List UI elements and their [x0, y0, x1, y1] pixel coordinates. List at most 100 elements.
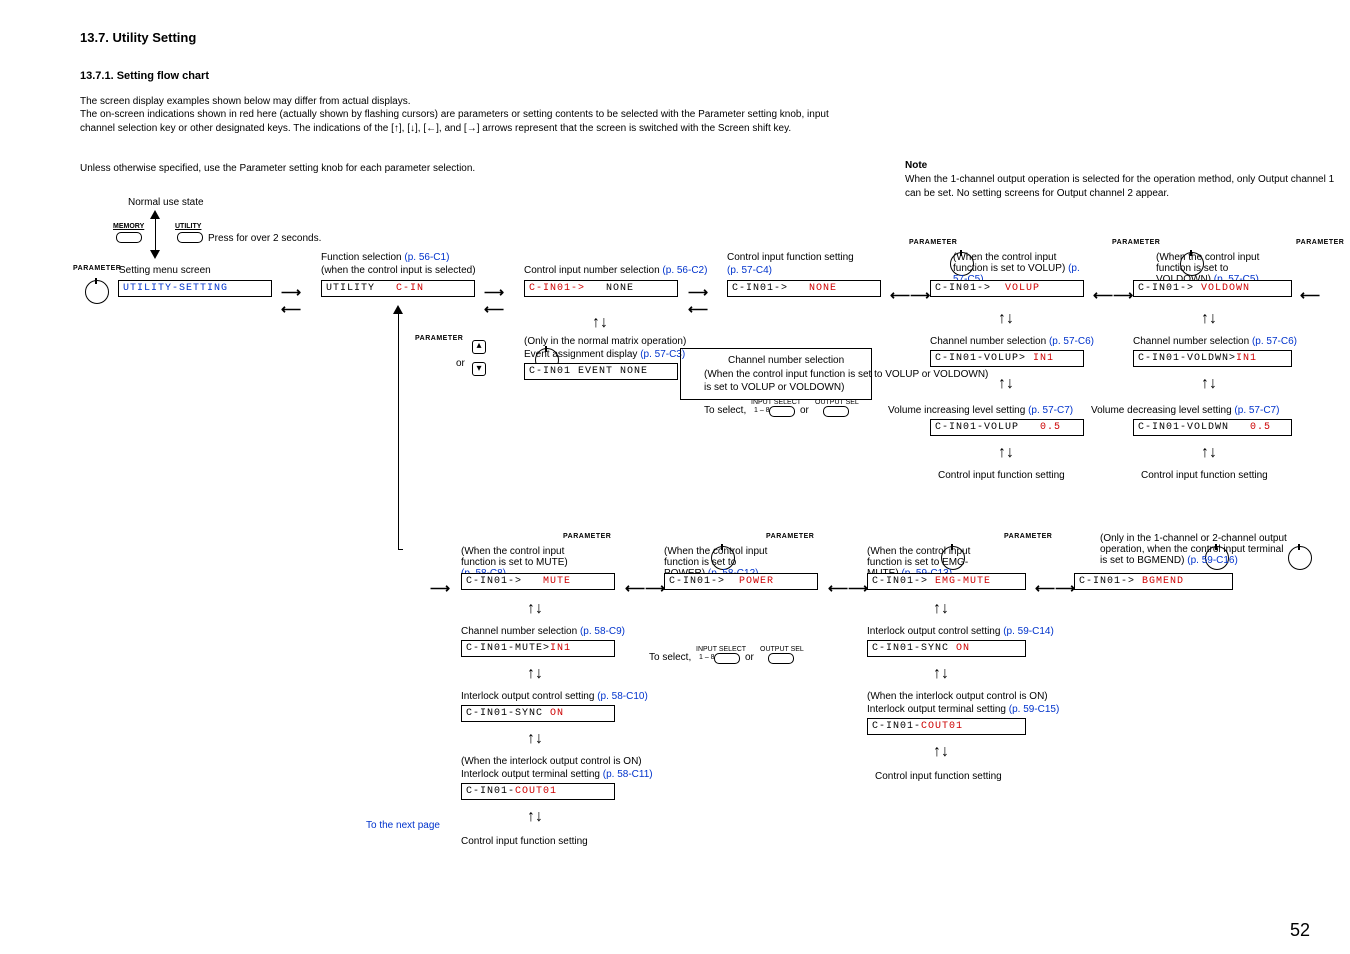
label-utility: UTILITY — [175, 223, 201, 230]
label-bgmend-only: (Only in the 1-channel or 2-channel outp… — [1100, 533, 1290, 566]
label-parameter: PARAMETER — [909, 239, 957, 246]
arrows-v-icon: ↑↓ — [1201, 444, 1217, 462]
screen-voldwn-05: C-IN01-VOLDWN 0.5 — [1133, 419, 1292, 436]
screen-volup-05: C-IN01-VOLUP 0.5 — [930, 419, 1084, 436]
arrows-v-icon: ↑↓ — [933, 743, 949, 761]
label-interlock-term: Interlock output terminal setting (p. 59… — [867, 704, 1059, 715]
arrow-right-icon: ⟶ — [430, 580, 450, 597]
label-to-next-page: To the next page — [366, 820, 440, 831]
screen-cout01: C-IN01-COUT01 — [461, 783, 615, 800]
arrows-icon: ⟵⟶ — [890, 287, 930, 304]
screen-sync-on: C-IN01-SYNC ON — [461, 705, 615, 722]
label-normal-use: Normal use state — [128, 197, 204, 208]
label-event-disp: Event assignment display (p. 57-C3) — [524, 349, 685, 360]
screen-cout01-2: C-IN01-COUT01 — [867, 718, 1026, 735]
screen-cin01-voldown: C-IN01-> VOLDOWN — [1133, 280, 1292, 297]
arrows-icon: ⟶⟵ — [484, 284, 504, 318]
screen-cin01-volup: C-IN01-> VOLUP — [930, 280, 1084, 297]
arrows-v-icon: ↑↓ — [527, 730, 543, 748]
knob-icon — [1288, 546, 1312, 570]
screen-cin01-power: C-IN01-> POWER — [664, 573, 818, 590]
input-select-button-icon — [714, 653, 740, 664]
screen-volup-in1: C-IN01-VOLUP> IN1 — [930, 350, 1084, 367]
label-cin-func-ref: (p. 57-C4) — [727, 265, 772, 276]
label-input-select: INPUT SELECT — [696, 646, 746, 653]
label-or: or — [800, 405, 809, 416]
flow-line — [398, 549, 403, 550]
arrows-icon: ⟵⟶ — [1093, 287, 1133, 304]
label-interlock-out: Interlock output control setting (p. 59-… — [867, 626, 1054, 637]
memory-button-icon — [116, 232, 142, 243]
arrows-v-icon: ↑↓ — [998, 310, 1014, 328]
screen-cin01-mute: C-IN01-> MUTE — [461, 573, 615, 590]
arrows-v-icon: ↑↓ — [998, 375, 1014, 393]
intro-paragraph-3: Unless otherwise specified, use the Para… — [80, 163, 475, 174]
arrows-v-icon: ↑↓ — [1201, 375, 1217, 393]
page-number: 52 — [1290, 920, 1310, 941]
section-subtitle: 13.7.1. Setting flow chart — [80, 70, 209, 82]
label-chnum-sel: Channel number selection (p. 57-C6) — [930, 336, 1094, 347]
label-interlock-when: (When the interlock output control is ON… — [867, 691, 1048, 702]
screen-cin01-bgmend: C-IN01-> BGMEND — [1074, 573, 1233, 590]
up-button-icon: ▴ — [472, 340, 486, 354]
label-chnum-sel: Channel number selection (p. 58-C9) — [461, 626, 625, 637]
label-volup-lvl: Volume increasing level setting (p. 57-C… — [888, 405, 1073, 416]
label-parameter: PARAMETER — [73, 265, 121, 272]
label-cin-func: Control input function setting — [875, 771, 1002, 782]
label-or: or — [456, 358, 465, 369]
label-output-sel: OUTPUT SEL — [760, 646, 804, 653]
screen-mute-in1: C-IN01-MUTE>IN1 — [461, 640, 615, 657]
intro-paragraph-2: The on-screen indications shown in red h… — [80, 108, 840, 135]
arrows-icon: ⟵⟶ — [828, 580, 868, 597]
label-parameter: PARAMETER — [563, 533, 611, 540]
label-cin-func: Control input function setting — [461, 836, 588, 847]
label-memory: MEMORY — [113, 223, 144, 230]
label-parameter: PARAMETER — [1112, 239, 1160, 246]
arrows-icon: ⟶⟵ — [281, 284, 301, 318]
arrows-v-icon: ↑↓ — [1201, 310, 1217, 328]
output-sel-button-icon — [768, 653, 794, 664]
label-parameter: PARAMETER — [1296, 239, 1344, 246]
label-or: or — [745, 652, 754, 663]
arrows-v-icon: ↑↓ — [527, 600, 543, 618]
label-parameter: PARAMETER — [415, 335, 463, 342]
label-matrix-only: (Only in the normal matrix operation) — [524, 336, 686, 347]
input-select-button-icon — [769, 406, 795, 417]
utility-button-icon — [177, 232, 203, 243]
label-interlock-when: (When the interlock output control is ON… — [461, 756, 642, 767]
note-title: Note — [905, 160, 927, 171]
arrows-v-icon: ↑↓ — [592, 314, 608, 332]
label-cin-func: Control input function setting — [938, 470, 1065, 481]
arrows-v-icon: ↑↓ — [527, 665, 543, 683]
label-cin-num-sel: Control input number selection (p. 56-C2… — [524, 265, 707, 276]
label-interlock-out: Interlock output control setting (p. 58-… — [461, 691, 648, 702]
label-1-8: 1 – 8 — [699, 654, 715, 661]
flow-line — [155, 235, 156, 250]
screen-utility-setting: UTILITY-SETTING — [118, 280, 272, 297]
label-output-sel: OUTPUT SEL — [815, 399, 859, 406]
label-input-select: INPUT SELECT — [751, 399, 801, 406]
section-title: 13.7. Utility Setting — [80, 30, 196, 45]
down-button-icon: ▾ — [472, 362, 486, 376]
arrow-left-icon: ⟵ — [1300, 287, 1320, 304]
label-to-select: To select, — [704, 405, 746, 416]
chnum-box — [680, 348, 872, 400]
label-1-8: 1 – 8 — [754, 407, 770, 414]
label-cin-func: Control input function setting — [1141, 470, 1268, 481]
label-chnum-sel: Channel number selection (p. 57-C6) — [1133, 336, 1297, 347]
label-setting-menu: Setting menu screen — [119, 265, 211, 276]
screen-event-none: C-IN01 EVENT NONE — [524, 363, 678, 380]
label-parameter: PARAMETER — [1004, 533, 1052, 540]
arrows-icon: ⟵⟶ — [1035, 580, 1075, 597]
triangle-up-icon — [150, 210, 160, 219]
screen-utility-cin: UTILITY C-IN — [321, 280, 475, 297]
label-parameter: PARAMETER — [766, 533, 814, 540]
knob-icon — [85, 280, 109, 304]
label-to-select: To select, — [649, 652, 691, 663]
screen-sync-on-2: C-IN01-SYNC ON — [867, 640, 1026, 657]
arrows-v-icon: ↑↓ — [998, 444, 1014, 462]
screen-cin01-none: C-IN01-> NONE — [524, 280, 678, 297]
arrows-icon: ⟵⟶ — [625, 580, 665, 597]
label-cin-func: Control input function setting — [727, 252, 854, 263]
arrows-icon: ⟶⟵ — [688, 284, 708, 318]
